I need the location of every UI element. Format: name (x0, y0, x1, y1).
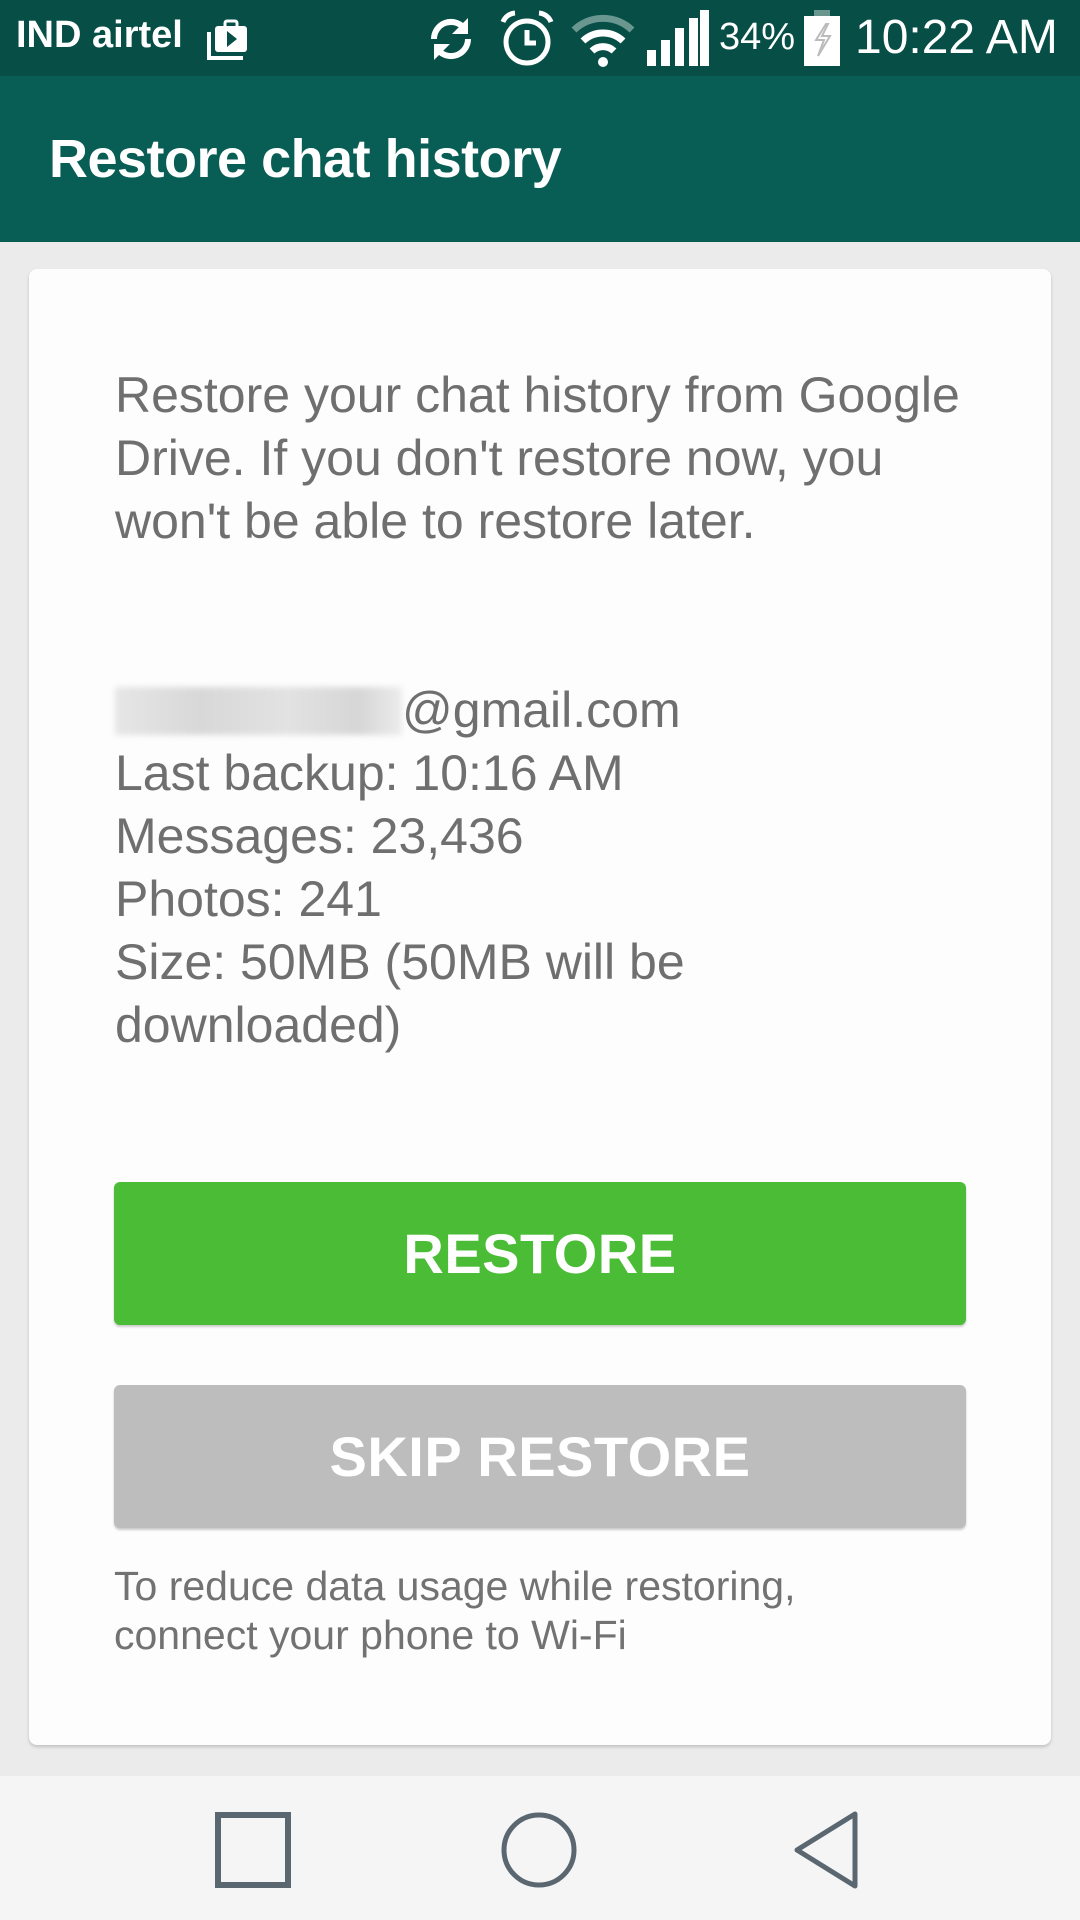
skip-restore-button[interactable]: SKIP RESTORE (114, 1385, 966, 1528)
messages-count: Messages: 23,436 (115, 808, 524, 864)
page-title: Restore chat history (49, 129, 562, 189)
battery-percent: 34% (719, 16, 796, 58)
sync-icon (424, 12, 478, 71)
last-backup: Last backup: 10:16 AM (115, 745, 624, 801)
alarm-icon (497, 8, 557, 73)
backup-details: @gmail.com Last backup: 10:16 AM Message… (115, 679, 965, 1057)
data-usage-note: To reduce data usage while restoring, co… (114, 1563, 796, 1658)
status-bar: IND airtel 34% 10:22 AM (0, 0, 1080, 76)
email-domain: @gmail.com (402, 682, 681, 738)
photos-count: Photos: 241 (115, 871, 382, 927)
app-bar: Restore chat history (0, 76, 1080, 242)
redacted-email-user (115, 687, 402, 735)
recents-icon[interactable] (213, 1810, 293, 1890)
signal-icon (645, 10, 709, 71)
restore-card: Restore your chat history from Google Dr… (29, 269, 1051, 1745)
backup-size: Size: 50MB (50MB will be downloaded) (115, 934, 685, 1053)
wifi-icon (570, 14, 636, 73)
briefcase-play-icon (205, 18, 251, 65)
back-icon[interactable] (787, 1810, 867, 1890)
account-email: @gmail.com (115, 679, 965, 742)
clock: 10:22 AM (855, 11, 1058, 64)
home-icon[interactable] (499, 1810, 579, 1890)
restore-description: Restore your chat history from Google Dr… (115, 367, 960, 549)
carrier-name: IND airtel (16, 14, 183, 56)
navigation-bar (0, 1776, 1080, 1920)
restore-button[interactable]: RESTORE (114, 1182, 966, 1325)
battery-charging-icon (804, 10, 840, 71)
